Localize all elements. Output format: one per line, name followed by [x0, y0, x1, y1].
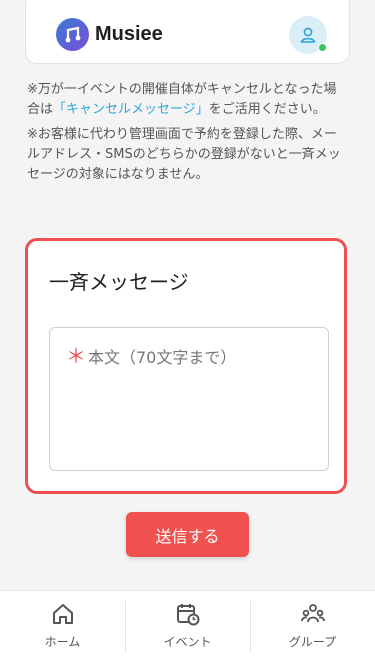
home-icon [52, 604, 73, 624]
notes-section: ※万が一イベントの開催自体がキャンセルとなった場合は「キャンセルメッセージ」をご… [27, 80, 349, 190]
app-logo[interactable]: Musiee [56, 18, 163, 51]
online-status-dot [318, 43, 327, 52]
app-header: Musiee [25, 0, 350, 64]
tab-group[interactable]: グループ [250, 591, 375, 667]
tab-group-label: グループ [288, 635, 337, 649]
broadcast-message-card: 一斉メッセージ ＊本文（70文字まで） [25, 238, 347, 494]
card-title: 一斉メッセージ [49, 270, 189, 294]
app-name: Musiee [95, 23, 163, 45]
user-icon [300, 27, 316, 43]
avatar[interactable] [289, 16, 327, 54]
tab-home[interactable]: ホーム [0, 591, 125, 667]
bottom-tab-bar: ホーム イベント グループ [0, 590, 375, 667]
cancel-note: ※万が一イベントの開催自体がキャンセルとなった場合は「キャンセルメッセージ」をご… [27, 80, 349, 120]
tab-home-label: ホーム [44, 635, 81, 649]
cancel-message-link[interactable]: 「キャンセルメッセージ」 [53, 102, 209, 117]
send-button[interactable]: 送信する [126, 512, 249, 557]
message-body-placeholder: 本文（70文字まで） [88, 348, 237, 367]
required-mark: ＊ [66, 344, 86, 368]
calendar-clock-icon [176, 604, 199, 626]
message-body-textarea[interactable]: ＊本文（70文字まで） [49, 327, 329, 471]
group-icon [300, 604, 325, 623]
tab-event-label: イベント [163, 635, 212, 649]
registration-note: ※お客様に代わり管理画面で予約を登録した際、メールアドレス・SMSのどちらかの登… [27, 127, 341, 182]
music-note-logo-icon [56, 18, 89, 51]
tab-event[interactable]: イベント [125, 591, 250, 667]
cancel-note-text-end: をご活用ください。 [208, 102, 326, 117]
